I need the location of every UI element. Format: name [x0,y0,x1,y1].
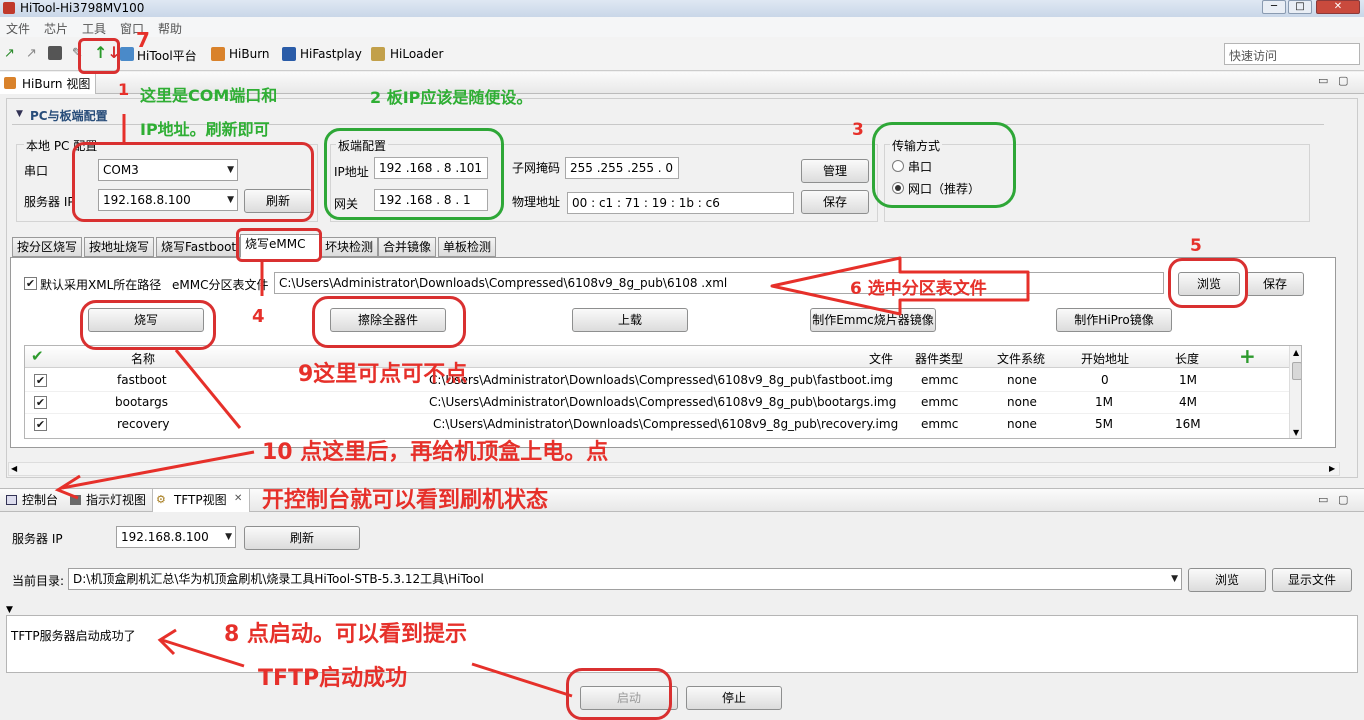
annotation-7: 7 [136,28,150,52]
ring-burn [80,300,216,350]
annotation-1-number: 1 [118,80,130,99]
ring-browse [1168,258,1248,308]
ring-transfer-arrows [78,38,120,74]
annotation-8-line1: 8 点启动。可以看到提示 [224,622,467,647]
annotation-3: 3 [852,120,864,140]
annotation-9: 9这里可点可不点 [298,362,468,387]
annotation-2: 2 板IP应该是随便设。 [370,88,533,107]
annotation-arrows [54,114,1030,698]
annotation-4: 4 [252,306,265,327]
annotation-10-line2: 开控制台就可以看到刷机状态 [262,488,549,513]
arrow-9 [174,349,242,429]
annotation-10-line1: 10 点这里后，再给机顶盒上电。点 [262,440,609,465]
ring-erase [312,296,466,348]
annotation-1-line2: IP地址。刷新即可 [140,120,270,139]
ring-emmc-tab [236,228,322,262]
ring-start [566,668,672,720]
ring-transfer-mode [872,122,1016,208]
annotation-1-line1: 这里是COM端口和 [140,86,278,105]
ring-board-config [324,128,504,220]
annotation-5: 5 [1190,236,1202,256]
annotation-6: 6 选中分区表文件 [850,279,987,299]
ring-local-pc [72,142,314,222]
annotation-8-line2: TFTP启动成功 [258,666,408,691]
arrow-10 [54,450,255,500]
